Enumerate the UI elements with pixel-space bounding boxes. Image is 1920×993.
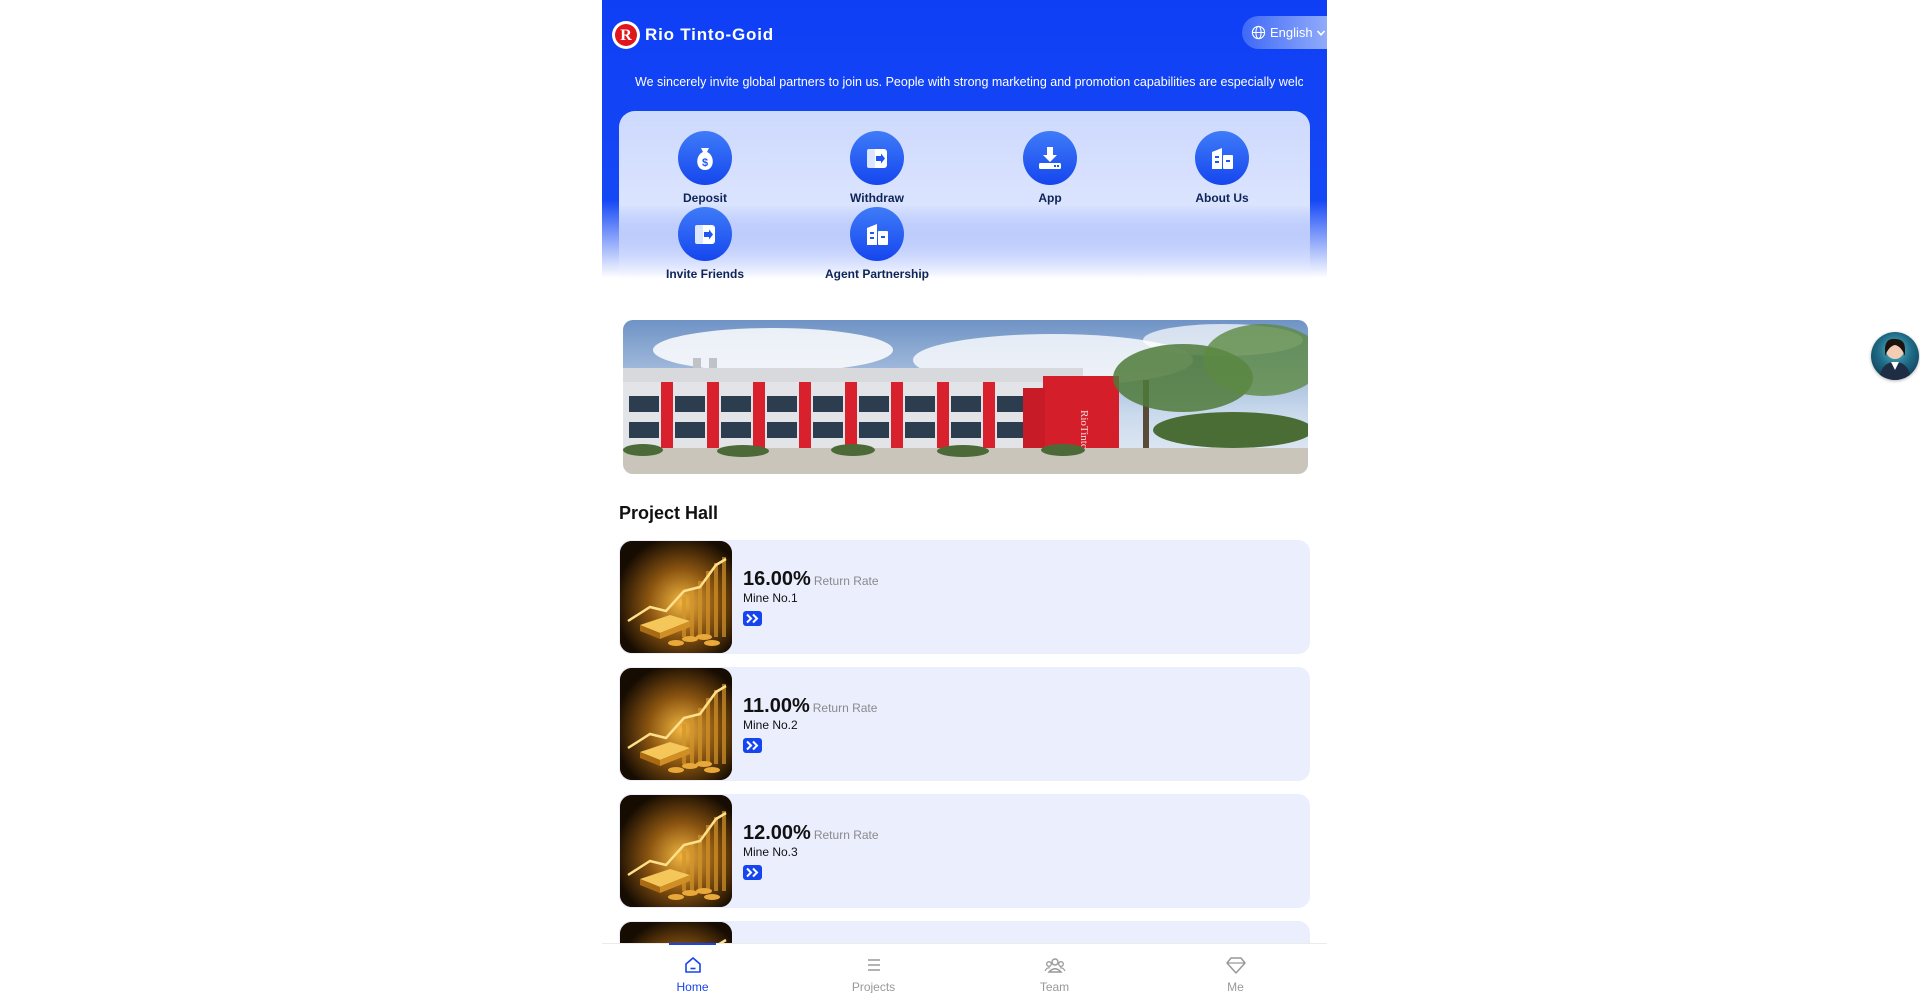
project-name: Mine No.1 xyxy=(743,591,798,605)
project-name: Mine No.2 xyxy=(743,718,798,732)
project-name: Mine No.3 xyxy=(743,845,798,859)
return-rate-value: 11.00% xyxy=(743,695,810,717)
chevron-down-icon xyxy=(1316,29,1325,36)
nav-team[interactable]: Team xyxy=(964,944,1145,993)
bottom-navigation: Home Projects Team Me xyxy=(602,943,1327,993)
language-selector[interactable]: English xyxy=(1242,16,1327,49)
support-agent-icon xyxy=(1879,338,1911,380)
banner-image[interactable]: RioTinto xyxy=(623,320,1308,474)
nav-me[interactable]: Me xyxy=(1145,944,1326,993)
notice-bar[interactable]: N We sincerely invite global partners to… xyxy=(623,71,1303,93)
nav-label: Team xyxy=(1039,980,1070,993)
return-rate-value: 12.00% xyxy=(743,822,811,844)
team-icon xyxy=(1043,958,1066,973)
return-rate-value: 16.00% xyxy=(743,568,811,590)
app-screen: R Rio Tinto-Goid English N We sincerely … xyxy=(602,0,1327,993)
nav-projects[interactable]: Projects xyxy=(783,944,964,993)
agent-partnership-button[interactable]: Agent Partnership xyxy=(791,207,963,281)
globe-icon xyxy=(1251,25,1266,40)
invite-friends-button[interactable]: Invite Friends xyxy=(619,207,791,281)
menu-label: App xyxy=(1038,191,1062,205)
return-rate-label: Return Rate xyxy=(812,701,878,715)
diamond-icon xyxy=(1225,957,1246,974)
active-tab-indicator xyxy=(669,943,716,945)
nav-label: Me xyxy=(1227,980,1244,993)
download-icon xyxy=(1023,131,1077,185)
home-icon xyxy=(684,957,701,973)
project-card[interactable]: 16.00% Return Rate Mine No.1 xyxy=(619,540,1310,654)
double-chevron-right-icon[interactable] xyxy=(743,738,762,753)
nav-home[interactable]: Home xyxy=(602,943,783,993)
svg-text:RioTinto: RioTinto xyxy=(1078,410,1090,450)
menu-label: Agent Partnership xyxy=(824,267,929,281)
project-info: 11.00% Return Rate Mine No.2 xyxy=(743,695,877,758)
return-rate-label: Return Rate xyxy=(813,574,879,588)
withdraw-button[interactable]: Withdraw xyxy=(791,131,963,205)
menu-label: Deposit xyxy=(682,191,727,205)
double-chevron-right-icon[interactable] xyxy=(743,865,762,880)
project-thumbnail xyxy=(620,795,732,907)
return-rate-label: Return Rate xyxy=(813,828,879,842)
menu-label: About Us xyxy=(1195,191,1249,205)
app-download-button[interactable]: App xyxy=(964,131,1136,205)
project-hall-title: Project Hall xyxy=(619,503,719,523)
notice-text: We sincerely invite global partners to j… xyxy=(635,75,1303,89)
nav-label: Projects xyxy=(851,980,896,993)
svg-text:R: R xyxy=(620,27,632,44)
language-label: English xyxy=(1270,25,1313,40)
project-card[interactable]: 11.00% Return Rate Mine No.2 xyxy=(619,667,1310,781)
deposit-button[interactable]: $ Deposit xyxy=(619,131,791,205)
project-card[interactable]: 12.00% Return Rate Mine No.3 xyxy=(619,794,1310,908)
quick-menu: $ Deposit Withdraw App About Us Invite F… xyxy=(619,111,1310,281)
money-bag-icon: $ xyxy=(678,131,732,185)
project-info: 16.00% Return Rate Mine No.1 xyxy=(743,568,879,631)
nav-label: Home xyxy=(676,980,709,993)
menu-label: Invite Friends xyxy=(665,267,745,281)
list-icon xyxy=(867,959,880,971)
brand-logo-icon: R xyxy=(612,21,640,49)
project-thumbnail xyxy=(620,541,732,653)
project-thumbnail xyxy=(620,668,732,780)
svg-text:$: $ xyxy=(702,157,708,169)
double-chevron-right-icon[interactable] xyxy=(743,611,762,626)
header: R Rio Tinto-Goid xyxy=(612,20,774,50)
customer-service-button[interactable] xyxy=(1871,332,1919,380)
app-title: Rio Tinto-Goid xyxy=(645,25,774,44)
building-icon xyxy=(1195,131,1249,185)
wallet-arrow-icon xyxy=(678,207,732,261)
menu-label: Withdraw xyxy=(850,191,904,205)
wallet-arrow-icon xyxy=(850,131,904,185)
building-icon xyxy=(850,207,904,261)
project-info: 12.00% Return Rate Mine No.3 xyxy=(743,822,879,885)
about-us-button[interactable]: About Us xyxy=(1136,131,1308,205)
